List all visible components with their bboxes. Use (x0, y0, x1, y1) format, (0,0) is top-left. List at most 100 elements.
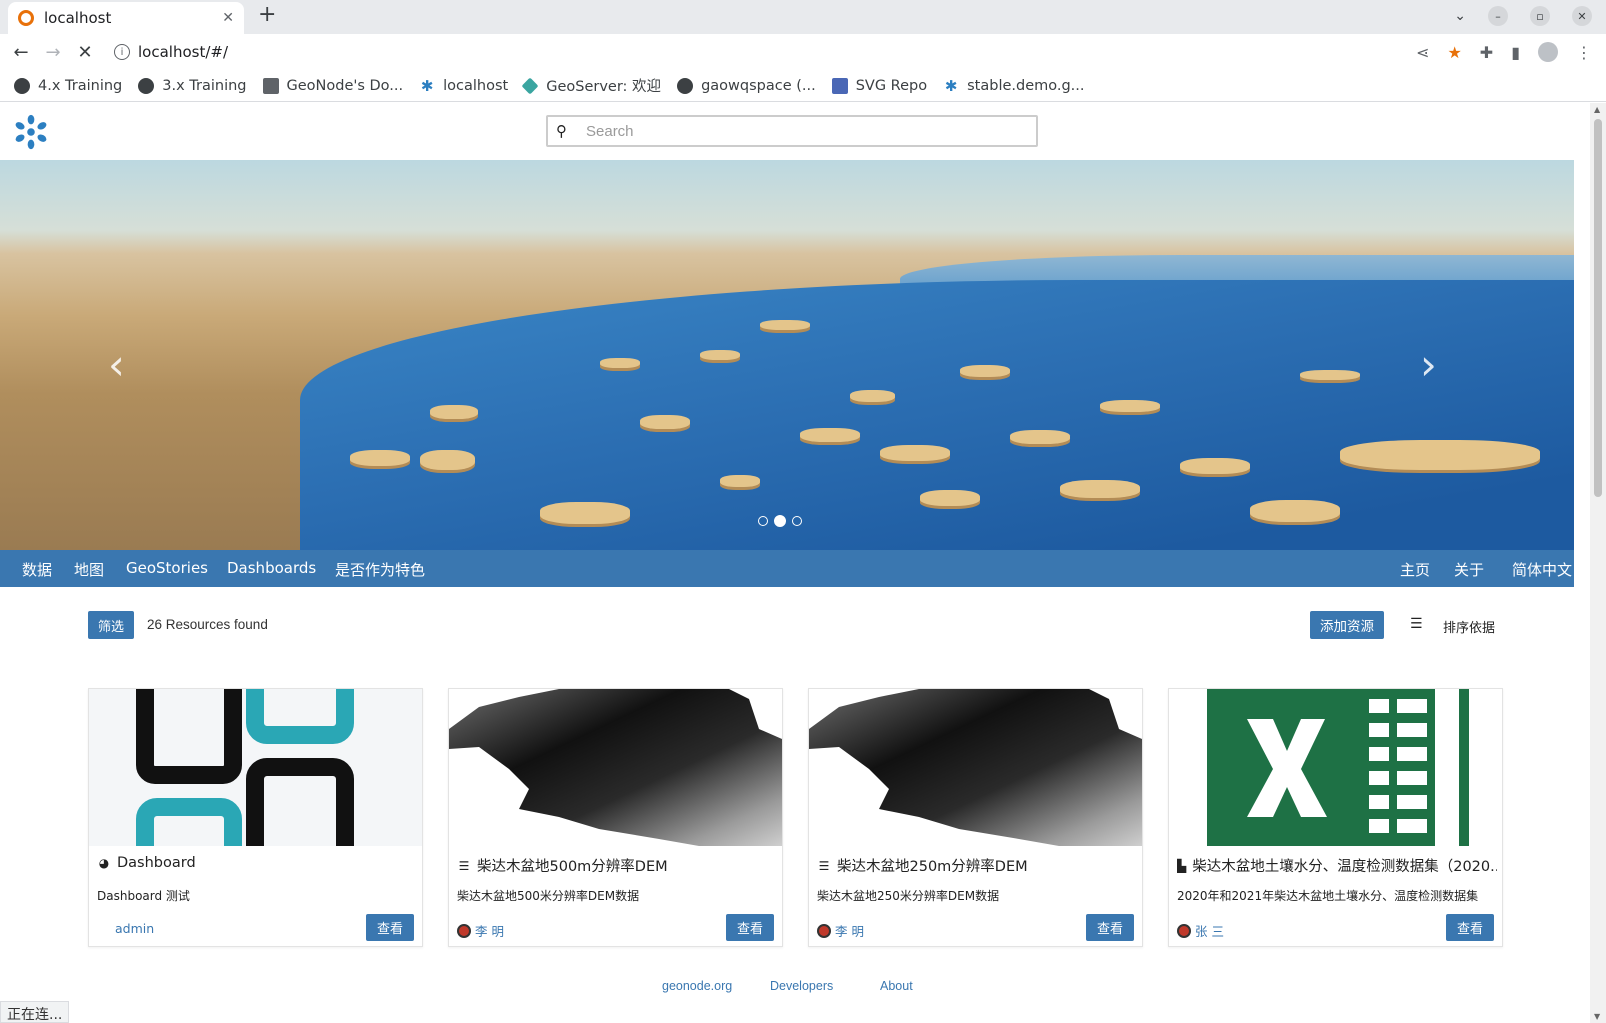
bookmark-item[interactable]: GeoServer: 欢迎 (521, 75, 661, 96)
globe-icon (138, 77, 155, 94)
sort-dropdown[interactable]: 排序依据 (1443, 617, 1495, 636)
url-text: localhost/#/ (138, 43, 229, 61)
side-panel-icon[interactable]: ▮ (1511, 43, 1520, 62)
scroll-up-icon[interactable]: ▲ (1594, 105, 1600, 114)
hero-island (920, 490, 980, 506)
card-thumbnail[interactable] (809, 689, 1142, 846)
site-header: ⚲ (0, 103, 1590, 160)
profile-icon[interactable] (1538, 42, 1558, 62)
bookmark-item[interactable]: gaowqspace (... (677, 77, 816, 94)
carousel-prev-icon[interactable]: ‹ (108, 340, 125, 389)
bookmark-item[interactable]: 3.x Training (138, 77, 247, 94)
card-abstract: 2020年和2021年柴达木盆地土壤水分、温度检测数据集 (1177, 889, 1479, 903)
star-icon[interactable]: ★ (1447, 43, 1461, 62)
list-view-icon[interactable]: ☰ (1410, 616, 1423, 632)
loading-icon (18, 10, 34, 26)
card-title[interactable]: ☰ 柴达木盆地500m分辨率DEM (457, 855, 777, 876)
menu-item-geostories[interactable]: GeoStories (126, 559, 208, 577)
bookmark-item[interactable]: SVG Repo (831, 77, 927, 94)
hero-island (420, 450, 475, 470)
search-input[interactable] (586, 122, 1016, 140)
footer-link-geonode[interactable]: geonode.org (662, 979, 732, 993)
menu-item-home[interactable]: 主页 (1400, 559, 1430, 580)
menu-item-dashboards[interactable]: Dashboards (227, 559, 316, 577)
card-abstract: Dashboard 测试 (97, 889, 190, 903)
card-title[interactable]: ◕ Dashboard (97, 855, 417, 871)
github-icon (677, 77, 694, 94)
add-resource-button[interactable]: 添加资源 (1310, 611, 1384, 639)
browser-tabstrip: localhost ✕ + ⌄ – ▫ ✕ (0, 0, 1606, 34)
card-thumbnail[interactable] (89, 689, 422, 846)
view-button[interactable]: 查看 (726, 914, 774, 941)
view-button[interactable]: 查看 (1446, 914, 1494, 941)
menu-item-language[interactable]: 简体中文 (1512, 559, 1572, 580)
close-window-icon[interactable]: ✕ (1572, 6, 1592, 26)
forward-icon[interactable]: → (42, 42, 64, 63)
page-scrollbar[interactable]: ▲ ▼ (1590, 103, 1606, 1023)
carousel-dot[interactable] (792, 516, 802, 526)
view-button[interactable]: 查看 (366, 914, 414, 941)
geonode-icon: ✱ (420, 76, 434, 95)
menu-item-featured[interactable]: 是否作为特色 (335, 559, 425, 580)
scroll-down-icon[interactable]: ▼ (1594, 1012, 1600, 1021)
share-icon[interactable]: ⋖ (1416, 43, 1429, 62)
hero-island (1340, 440, 1540, 470)
hero-island (1180, 458, 1250, 474)
footer-link-about[interactable]: About (880, 979, 913, 993)
menu-item-maps[interactable]: 地图 (74, 559, 104, 580)
bookmark-item[interactable]: 4.x Training (14, 77, 122, 94)
globe-icon (14, 77, 30, 94)
card-title[interactable]: ▙ 柴达木盆地土壤水分、温度检测数据集（2020... (1177, 855, 1497, 876)
bookmark-item[interactable]: GeoNode's Do... (262, 77, 403, 94)
stop-icon[interactable]: ✕ (74, 42, 96, 63)
new-tab-icon[interactable]: + (258, 2, 276, 27)
address-bar[interactable]: i localhost/#/ (114, 38, 228, 66)
page-viewport: ⚲ ‹ › 数据 地图 (0, 103, 1590, 1023)
hero-island (1010, 430, 1070, 444)
restore-icon[interactable]: ▫ (1530, 6, 1550, 26)
card-title[interactable]: ☰ 柴达木盆地250m分辨率DEM (817, 855, 1137, 876)
browser-actions: ⋖ ★ ✚ ▮ ⋮ (1416, 42, 1592, 62)
back-icon[interactable]: ← (10, 42, 32, 63)
minimize-icon[interactable]: – (1488, 6, 1508, 26)
footer-link-developers[interactable]: Developers (770, 979, 833, 993)
card-owner[interactable]: 李 明 (457, 921, 504, 940)
card-owner[interactable]: 张 三 (1177, 921, 1224, 940)
bookmark-item[interactable]: ✱ stable.demo.g... (943, 78, 1085, 94)
tab-title: localhost (44, 9, 112, 27)
dashboard-icon: ◕ (98, 856, 110, 870)
resource-card[interactable]: ☰ 柴达木盆地250m分辨率DEM 柴达木盆地250米分辨率DEM数据 李 明 … (808, 688, 1143, 947)
card-owner[interactable]: 李 明 (817, 921, 864, 940)
filter-button[interactable]: 筛选 (88, 611, 134, 639)
carousel-dot-active[interactable] (774, 515, 786, 527)
extensions-icon[interactable]: ✚ (1480, 43, 1493, 62)
bookmark-item[interactable]: ✱ localhost (419, 78, 508, 94)
resource-card[interactable]: ▙ 柴达木盆地土壤水分、温度检测数据集（2020... 2020年和2021年柴… (1168, 688, 1503, 947)
view-button[interactable]: 查看 (1086, 914, 1134, 941)
carousel-next-icon[interactable]: › (1420, 340, 1437, 389)
info-icon[interactable]: i (114, 44, 130, 60)
close-icon[interactable]: ✕ (222, 10, 234, 26)
menu-icon[interactable]: ⋮ (1576, 43, 1592, 62)
doc-icon (262, 77, 279, 94)
carousel-dot[interactable] (758, 516, 768, 526)
resource-card[interactable]: ◕ Dashboard Dashboard 测试 admin 查看 (88, 688, 423, 947)
dem-thumbnail-icon (449, 689, 782, 846)
resource-card[interactable]: ☰ 柴达木盆地500m分辨率DEM 柴达木盆地500米分辨率DEM数据 李 明 … (448, 688, 783, 947)
geonode-logo-icon[interactable] (12, 113, 50, 151)
svgrepo-icon (831, 77, 848, 94)
card-owner[interactable]: admin (115, 921, 154, 936)
card-thumbnail[interactable] (449, 689, 782, 846)
layer-icon: ☰ (818, 858, 830, 873)
menu-item-data[interactable]: 数据 (22, 559, 52, 580)
menu-item-about[interactable]: 关于 (1454, 559, 1484, 580)
card-thumbnail[interactable] (1169, 689, 1502, 846)
hero-island (640, 415, 690, 429)
hero-island (760, 320, 810, 330)
search-box[interactable]: ⚲ (546, 115, 1038, 147)
avatar (817, 923, 831, 938)
window-controls: ⌄ – ▫ ✕ (1454, 6, 1592, 26)
browser-tab[interactable]: localhost ✕ (8, 2, 244, 34)
scroll-thumb[interactable] (1594, 119, 1602, 497)
chevron-down-icon[interactable]: ⌄ (1454, 8, 1466, 24)
